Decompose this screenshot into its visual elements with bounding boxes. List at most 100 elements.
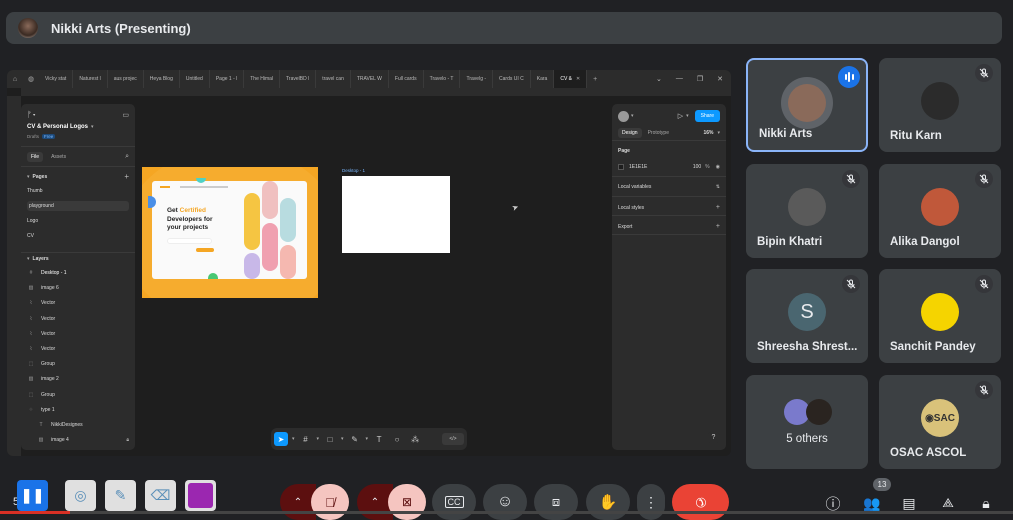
- participant-tile[interactable]: Ritu Karn: [879, 58, 1001, 152]
- browser-tab[interactable]: Kara: [531, 70, 555, 88]
- chevron-down-icon[interactable]: ▾: [686, 113, 689, 119]
- browser-tab[interactable]: Cards UI C: [493, 70, 531, 88]
- add-page-icon[interactable]: +: [124, 172, 129, 181]
- browser-tab[interactable]: Full cards: [389, 70, 424, 88]
- host-controls-button[interactable]: 🔒︎: [976, 493, 996, 513]
- present-play-icon[interactable]: ▷: [678, 112, 683, 120]
- pen-tool-icon[interactable]: ✎: [348, 432, 362, 446]
- eye-icon[interactable]: ◉: [716, 164, 720, 170]
- layer-item[interactable]: ⌇ Vector: [27, 316, 129, 322]
- tab-design[interactable]: Design: [618, 128, 642, 138]
- browser-tab[interactable]: The Himal: [244, 70, 281, 88]
- participant-tile[interactable]: ◉SAC OSAC ASCOL: [879, 375, 1001, 469]
- layer-item[interactable]: ⌇ Vector: [27, 331, 129, 337]
- page-item[interactable]: CV: [27, 231, 129, 241]
- participant-tile[interactable]: Bipin Khatri: [746, 164, 868, 258]
- chevron-down-icon[interactable]: ⌄: [656, 75, 662, 83]
- page-item[interactable]: Thumb: [27, 186, 129, 196]
- chevron-down-icon[interactable]: ▾: [631, 113, 634, 119]
- rectangle-tool-icon[interactable]: □: [323, 432, 337, 446]
- browser-tab[interactable]: aus projec: [108, 70, 144, 88]
- activities-button[interactable]: ⟁: [938, 493, 958, 513]
- browser-tab[interactable]: Naturest l: [73, 70, 108, 88]
- layer-item[interactable]: ⌇ Vector: [27, 300, 129, 306]
- bg-color-value[interactable]: 1E1E1E: [629, 164, 647, 170]
- zoom-level[interactable]: 16%: [703, 130, 713, 136]
- variables-icon[interactable]: ⇅: [716, 184, 720, 190]
- share-button[interactable]: Share: [694, 110, 720, 122]
- people-button[interactable]: 👥: [862, 493, 882, 513]
- minimize-icon[interactable]: —: [676, 75, 683, 83]
- help-button[interactable]: ?: [707, 431, 720, 444]
- laser-pointer-button[interactable]: ◎: [65, 480, 96, 511]
- layer-item[interactable]: ⬚ Group: [27, 392, 129, 398]
- collapse-icon[interactable]: ▾: [27, 256, 30, 262]
- chevron-down-icon[interactable]: ▾: [366, 436, 369, 442]
- frame-label[interactable]: Desktop - 1: [342, 168, 365, 173]
- meeting-info-button[interactable]: ⓘ: [823, 493, 843, 513]
- layer-item[interactable]: # Desktop - 1: [27, 270, 129, 276]
- chat-button[interactable]: ▤: [899, 493, 919, 513]
- components-tool-icon[interactable]: ⁂: [408, 432, 422, 446]
- text-tool-icon[interactable]: T: [372, 432, 386, 446]
- participant-tile[interactable]: 5 others: [746, 375, 868, 469]
- eraser-button[interactable]: ⌫: [145, 480, 176, 511]
- participant-tile[interactable]: S Shreesha Shrest...: [746, 269, 868, 363]
- comment-tool-icon[interactable]: ○: [390, 432, 404, 446]
- chevron-down-icon[interactable]: ▾: [91, 124, 94, 130]
- canvas-frame-desktop[interactable]: [342, 176, 450, 253]
- add-style-icon[interactable]: +: [716, 204, 720, 211]
- local-styles-label[interactable]: Local styles: [618, 205, 644, 211]
- layer-item[interactable]: ⁘ type 1: [27, 407, 129, 413]
- figma-menu-icon[interactable]: ᚠ▾: [27, 110, 37, 119]
- lock-icon[interactable]: 🔒︎: [126, 437, 129, 443]
- browser-tab[interactable]: CV & ✕: [554, 70, 588, 88]
- frame-tool-icon[interactable]: #: [299, 432, 313, 446]
- page-item[interactable]: playground: [27, 201, 129, 211]
- close-icon[interactable]: ✕: [717, 75, 723, 83]
- browser-tab[interactable]: Untitled: [180, 70, 210, 88]
- panel-toggle-icon[interactable]: ▭: [122, 111, 129, 119]
- browser-tab[interactable]: Page 1 - l: [210, 70, 245, 88]
- search-icon[interactable]: ⌕: [125, 153, 129, 161]
- participant-tile[interactable]: Alika Dangol: [879, 164, 1001, 258]
- layer-item[interactable]: ▨ image 2: [27, 376, 129, 382]
- globe-icon[interactable]: ◍: [23, 75, 39, 83]
- browser-tab[interactable]: TravelBD l: [280, 70, 317, 88]
- move-tool-icon[interactable]: ➤: [274, 432, 288, 446]
- tab-file[interactable]: File: [27, 152, 44, 162]
- participant-tile[interactable]: Sanchit Pandey: [879, 269, 1001, 363]
- new-tab-button[interactable]: +: [587, 76, 603, 83]
- dev-mode-toggle[interactable]: </>: [442, 433, 464, 445]
- bg-opacity-value[interactable]: 100: [693, 164, 701, 170]
- layer-item[interactable]: ▨ image 6: [27, 285, 129, 291]
- chevron-down-icon[interactable]: ▾: [341, 436, 344, 442]
- tab-assets[interactable]: Assets: [47, 152, 70, 162]
- browser-tab[interactable]: Travelo - T: [424, 70, 461, 88]
- browser-tab[interactable]: travel can: [316, 70, 351, 88]
- page-item[interactable]: Logo: [27, 216, 129, 226]
- local-variables-label[interactable]: Local variables: [618, 184, 651, 190]
- browser-tab[interactable]: Heya Blog: [144, 70, 180, 88]
- home-icon[interactable]: ⌂: [7, 76, 23, 83]
- file-title[interactable]: CV & Personal Logos: [27, 124, 88, 130]
- collapse-icon[interactable]: ▾: [27, 174, 30, 180]
- browser-tab[interactable]: TRAVEL W: [351, 70, 389, 88]
- layer-item[interactable]: ⬚ Group: [27, 361, 129, 367]
- tab-prototype[interactable]: Prototype: [644, 128, 673, 138]
- layer-item[interactable]: ▨ image 4 🔒︎: [37, 437, 129, 443]
- close-tab-icon[interactable]: ✕: [576, 76, 580, 82]
- layer-item[interactable]: T NikkiDesignes: [37, 422, 129, 428]
- pause-annotation-button[interactable]: ❚❚: [17, 480, 48, 511]
- participant-tile[interactable]: Nikki Arts: [746, 58, 868, 152]
- export-label[interactable]: Export: [618, 224, 632, 230]
- chevron-down-icon[interactable]: ▾: [317, 436, 320, 442]
- browser-tab[interactable]: Vicky stat: [39, 70, 74, 88]
- color-swatch[interactable]: [618, 164, 624, 170]
- add-export-icon[interactable]: +: [716, 223, 720, 230]
- layer-item[interactable]: ⌇ Vector: [27, 346, 129, 352]
- browser-tab[interactable]: Travelg -: [460, 70, 494, 88]
- chevron-down-icon[interactable]: ▾: [292, 436, 295, 442]
- user-avatar[interactable]: [618, 110, 629, 122]
- maximize-icon[interactable]: ❐: [697, 75, 703, 83]
